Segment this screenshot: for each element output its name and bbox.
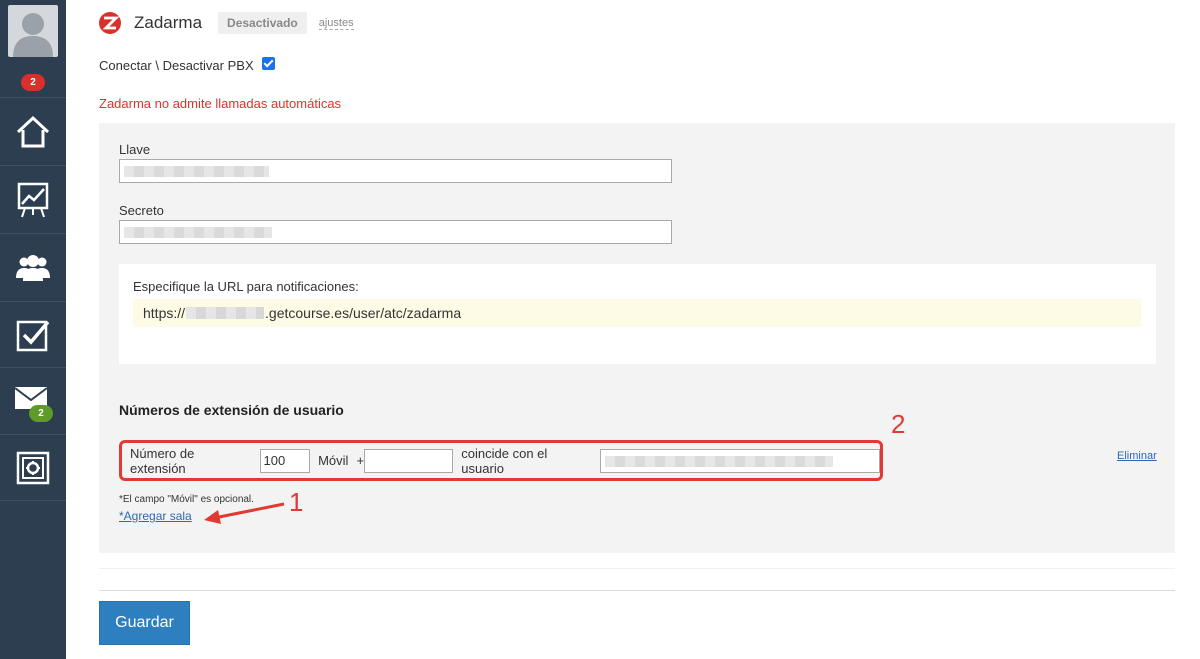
key-label: Llave: [119, 142, 151, 157]
save-button[interactable]: Guardar: [99, 601, 190, 645]
users-icon: [16, 254, 50, 281]
secret-input[interactable]: [119, 220, 672, 244]
home-icon: [16, 115, 50, 147]
url-label: Especifique la URL para notificaciones:: [133, 279, 359, 294]
annotation-arrow-icon: [204, 502, 285, 524]
divider: [99, 590, 1175, 591]
extension-label: Número de extensión: [130, 445, 195, 476]
match-label: coincide con el usuario: [461, 445, 548, 476]
safe-icon: [16, 451, 50, 484]
sidebar-profile[interactable]: 2: [0, 0, 66, 98]
key-input[interactable]: [119, 159, 672, 183]
sidebar-item-mail[interactable]: [0, 368, 66, 435]
divider: [99, 568, 1175, 569]
page-title: Zadarma: [134, 13, 203, 32]
pbx-checkbox[interactable]: [261, 57, 275, 70]
annotation-one: 1: [289, 487, 304, 517]
sidebar-item-tasks[interactable]: [0, 302, 66, 368]
main-content: Zadarma Desactivado ajustes Conectar \ D…: [66, 0, 1200, 659]
mobile-label: Móvil: [318, 453, 349, 468]
mobile-prefix: +: [356, 453, 365, 468]
settings-link[interactable]: ajustes: [318, 17, 354, 30]
zadarma-logo-icon: [99, 12, 121, 34]
pbx-toggle-label: Conectar \ Desactivar PBX: [99, 58, 254, 73]
tasks-icon: [16, 320, 50, 351]
status-badge: Desactivado: [218, 12, 307, 34]
redacted-secret: [124, 227, 272, 238]
sidebar-item-reports[interactable]: [0, 166, 66, 234]
notification-url-box: Especifique la URL para notificaciones: …: [119, 264, 1156, 364]
pbx-toggle-row: Conectar \ Desactivar PBX: [99, 57, 275, 73]
redacted-key: [124, 166, 269, 177]
user-select[interactable]: [600, 448, 880, 473]
annotation-two: 2: [891, 409, 906, 439]
notification-url[interactable]: https:// .getcourse.es/user/atc/zadarma: [133, 299, 1141, 327]
chart-icon: [17, 182, 49, 217]
redacted-user: [605, 455, 834, 467]
settings-panel: Llave Secreto Especifique la URL para no…: [99, 123, 1175, 553]
delete-link[interactable]: Eliminar: [1117, 450, 1157, 462]
notifications-badge: 2: [21, 74, 45, 91]
integration-header: Zadarma Desactivado ajustes: [98, 10, 354, 36]
mail-badge: 2: [29, 405, 53, 422]
user-silhouette-icon: [13, 13, 53, 57]
redacted-subdomain: [186, 307, 265, 319]
secret-label: Secreto: [119, 203, 164, 218]
extensions-title: Números de extensión de usuario: [119, 402, 344, 418]
warning-message: Zadarma no admite llamadas automáticas: [99, 96, 342, 111]
sidebar-item-settings[interactable]: [0, 435, 66, 501]
mobile-input[interactable]: [364, 448, 454, 473]
extension-row: Número de extensión 100 Móvil + coincide…: [119, 440, 883, 481]
avatar: [8, 5, 58, 57]
sidebar-item-users[interactable]: [0, 234, 66, 302]
url-prefix: https://: [143, 305, 186, 321]
add-room-link[interactable]: *Agregar sala: [119, 509, 192, 523]
sidebar: 2 2: [0, 0, 66, 659]
sidebar-item-home[interactable]: [0, 98, 66, 166]
url-suffix: .getcourse.es/user/atc/zadarma: [265, 305, 462, 321]
extension-input[interactable]: 100: [259, 448, 311, 473]
